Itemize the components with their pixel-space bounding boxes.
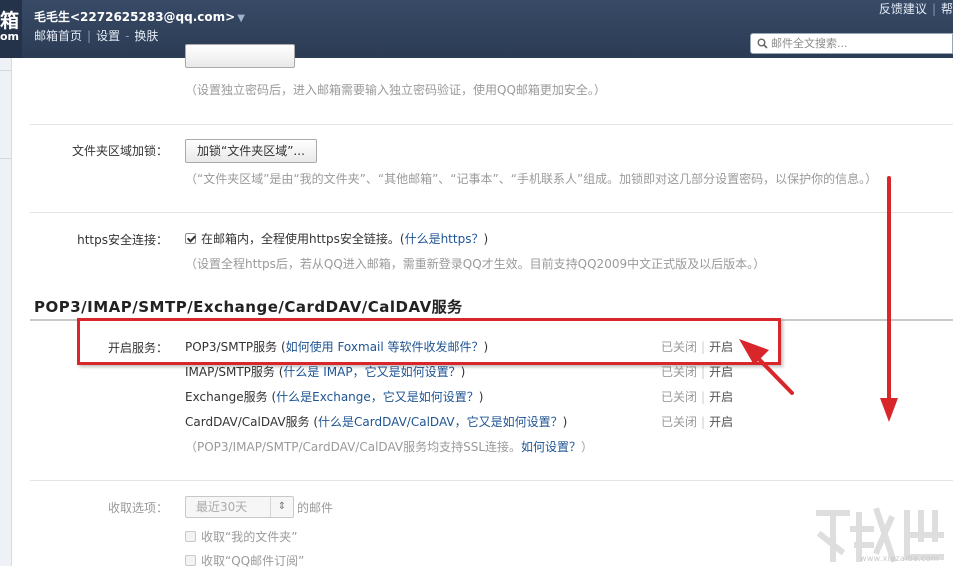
receive-options-label: 收取选项：: [107, 501, 168, 515]
help-link[interactable]: 帮: [941, 2, 953, 16]
https-check-text: 在邮箱内，全程使用https安全链接。(: [201, 232, 405, 246]
toggle-divider: |: [701, 390, 706, 404]
top-divider: |: [931, 2, 936, 16]
service-name: Exchange服务: [185, 390, 268, 404]
toggle-divider: |: [701, 415, 706, 429]
search-box[interactable]: [750, 33, 953, 54]
https-note: （设置全程https后，若从QQ进入邮箱，需重新登录QQ才生效。目前支持QQ20…: [185, 257, 766, 271]
top-header: 箱 om 毛毛生<2272625283@qq.com> ▼ 邮箱首页 | 设置 - 换肤 …: [0, 0, 953, 58]
divider: [30, 480, 953, 481]
header-nav: 邮箱首页 | 设置 - 换肤: [34, 27, 158, 44]
nav-dash: -: [125, 29, 130, 43]
logo-char: 箱: [0, 10, 20, 32]
enable-link[interactable]: 开启: [709, 365, 733, 379]
section-title: POP3/IMAP/SMTP/Exchange/CardDAV/CalDAV服务: [34, 298, 463, 316]
ssl-note: （POP3/IMAP/SMTP/CardDAV/CalDAV服务均支持SSL连接…: [185, 438, 593, 455]
account-label: 毛毛生<2272625283@qq.com>: [34, 10, 236, 24]
status-off: 已关闭: [661, 390, 698, 404]
nav-divider: |: [87, 29, 92, 43]
https-close-paren: ): [483, 232, 489, 246]
receive-range-select[interactable]: 最近30天 ⇕: [185, 496, 294, 518]
top-right-links: 反馈建议 | 帮: [879, 0, 953, 17]
enable-link[interactable]: 开启: [709, 415, 733, 429]
service-help-link[interactable]: 什么是Exchange，它又是如何设置？: [276, 390, 479, 404]
nav-home-link[interactable]: 邮箱首页: [34, 29, 82, 43]
my-folders-checkbox[interactable]: [185, 531, 196, 542]
feedback-link[interactable]: 反馈建议: [879, 2, 927, 16]
service-row-carddav: CardDAV/CalDAV服务 (什么是CardDAV/CalDAV，它又是如…: [185, 413, 567, 430]
https-label: https安全连接：: [77, 233, 168, 247]
receive-range-suffix: 的邮件: [297, 501, 334, 515]
enable-link[interactable]: 开启: [709, 390, 733, 404]
search-input[interactable]: [771, 36, 949, 51]
logo[interactable]: 箱 om: [0, 0, 22, 58]
receive-range-value: 最近30天: [196, 500, 248, 514]
sidebar-divider: [0, 158, 11, 159]
service-close-paren: ): [562, 415, 568, 429]
status-off: 已关闭: [661, 365, 698, 379]
qq-subscriptions-checkbox[interactable]: [185, 555, 196, 566]
service-row-imap: IMAP/SMTP服务 (什么是 IMAP，它又是如何设置？): [185, 363, 465, 380]
service-row-exchange: Exchange服务 (什么是Exchange，它又是如何设置？): [185, 388, 483, 405]
service-name: CardDAV/CalDAV服务: [185, 415, 310, 429]
nav-skin-link[interactable]: 换肤: [134, 29, 158, 43]
ssl-note-close: ）: [581, 440, 594, 454]
folder-lock-note: （“文件夹区域”是由“我的文件夹”、“其他邮箱”、“记事本”、“手机联系人”组成…: [185, 172, 878, 186]
ssl-help-link[interactable]: 如何设置？: [521, 440, 581, 454]
watermark-url: www.xiazaiba.com: [860, 554, 940, 563]
set-password-button[interactable]: [185, 44, 295, 68]
service-help-link[interactable]: 什么是CardDAV/CalDAV，它又是如何设置？: [318, 415, 563, 429]
chevron-down-icon[interactable]: ▼: [237, 13, 245, 24]
https-help-link[interactable]: 什么是https？: [405, 232, 484, 246]
status-off: 已关闭: [661, 415, 698, 429]
receive-option-my-folders: 收取“我的文件夹”: [185, 528, 297, 545]
search-icon: [757, 38, 768, 49]
https-checkbox[interactable]: [185, 233, 196, 244]
left-sidebar-edge: [0, 58, 12, 566]
service-open-paren: (: [309, 415, 319, 429]
service-close-paren: ): [460, 365, 466, 379]
service-toggle-carddav: 已关闭 | 开启: [661, 413, 733, 430]
toggle-divider: |: [701, 365, 706, 379]
divider: [30, 212, 953, 213]
updown-arrow-icon: ⇕: [270, 497, 293, 517]
service-toggle-imap: 已关闭 | 开启: [661, 363, 733, 380]
nav-settings-link[interactable]: 设置: [96, 29, 120, 43]
folder-lock-label: 文件夹区域加锁：: [71, 144, 168, 158]
logo-sub: om: [0, 30, 20, 43]
divider: [30, 124, 953, 125]
https-option: 在邮箱内，全程使用https安全链接。(什么是https？): [185, 230, 488, 247]
folder-lock-button[interactable]: 加锁“文件夹区域”...: [185, 139, 317, 163]
service-open-paren: (: [267, 390, 277, 404]
account-name[interactable]: 毛毛生<2272625283@qq.com> ▼: [34, 8, 245, 25]
sidebar-divider: [0, 70, 11, 71]
highlight-box: [77, 318, 781, 365]
service-name: IMAP/SMTP服务: [185, 365, 275, 379]
service-help-link[interactable]: 什么是 IMAP，它又是如何设置？: [283, 365, 460, 379]
service-close-paren: ): [478, 390, 484, 404]
ssl-note-text: （POP3/IMAP/SMTP/CardDAV/CalDAV服务均支持SSL连接…: [185, 440, 522, 454]
receive-option-qq-subscriptions: 收取“QQ邮件订阅”: [185, 552, 304, 569]
my-folders-label: 收取“我的文件夹”: [201, 530, 298, 544]
password-note: （设置独立密码后，进入邮箱需要输入独立密码验证，使用QQ邮箱更加安全。）: [185, 83, 606, 97]
service-toggle-exchange: 已关闭 | 开启: [661, 388, 733, 405]
settings-panel: （设置独立密码后，进入邮箱需要输入独立密码验证，使用QQ邮箱更加安全。） 文件夹…: [12, 44, 953, 569]
